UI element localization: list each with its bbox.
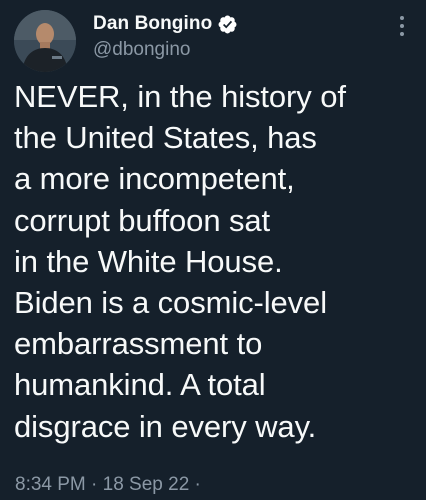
author-display-name[interactable]: Dan Bongino bbox=[93, 13, 212, 35]
author-handle[interactable]: @dbongino bbox=[93, 39, 190, 61]
vertical-ellipsis-icon bbox=[400, 16, 404, 20]
more-options-button[interactable] bbox=[395, 14, 409, 38]
author-name-row: Dan Bongino bbox=[93, 11, 238, 37]
profile-photo-icon bbox=[14, 10, 76, 72]
tweet-timestamp[interactable]: 8:34 PM · 18 Sep 22 · bbox=[15, 474, 201, 496]
author-avatar[interactable] bbox=[14, 10, 76, 72]
tweet-text: NEVER, in the history of the United Stat… bbox=[14, 79, 346, 444]
tweet-card: Dan Bongino @dbongino NEVER, in the hist… bbox=[0, 0, 426, 500]
verified-badge-icon bbox=[218, 15, 237, 33]
